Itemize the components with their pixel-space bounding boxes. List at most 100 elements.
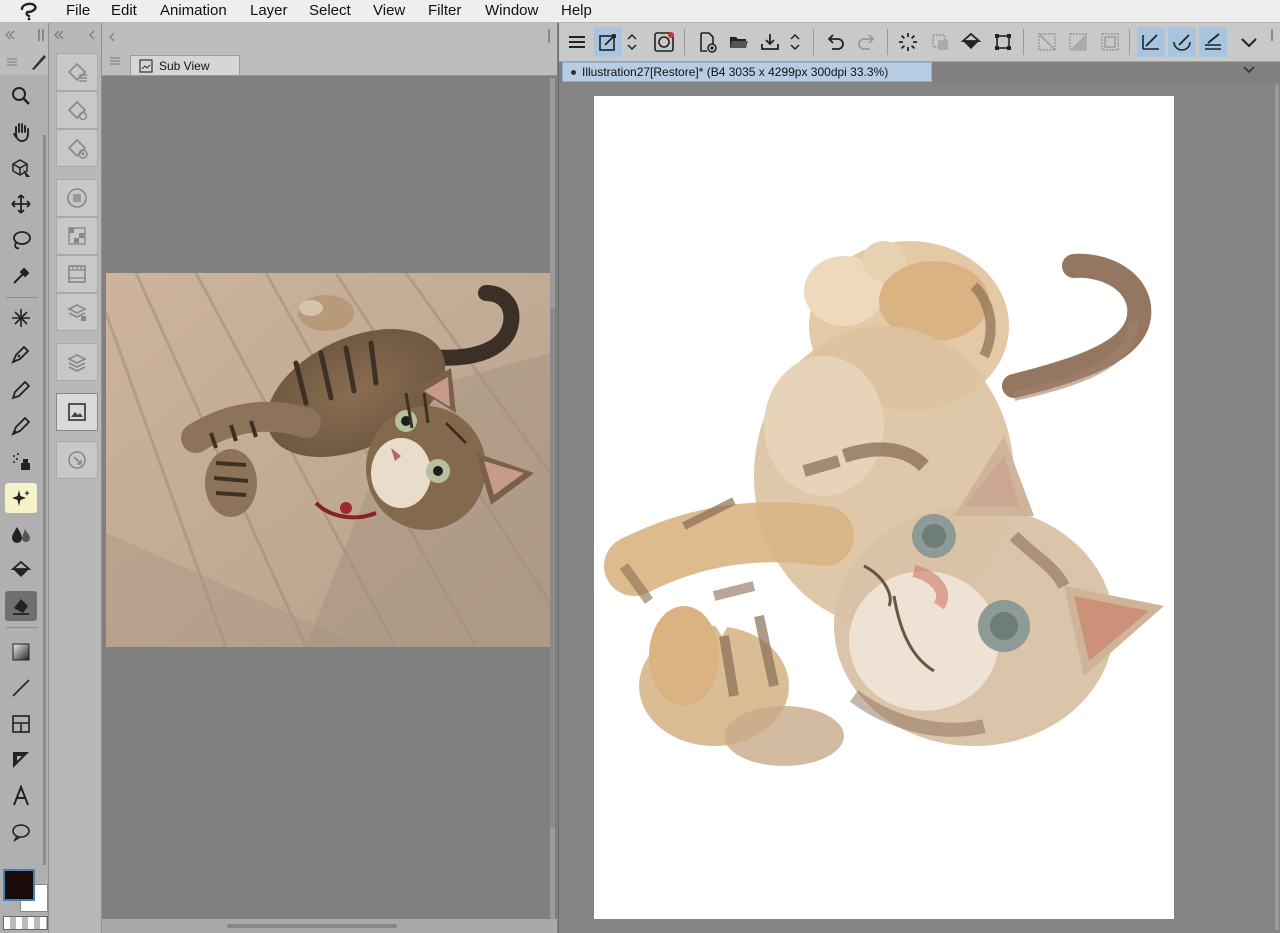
panel-grip[interactable] [548,29,550,43]
command-bar-more-button[interactable] [1235,27,1263,57]
canvas-area[interactable] [559,83,1280,933]
invert-selection-button[interactable] [1064,27,1092,57]
zoom-tool[interactable] [5,81,37,111]
brush-size-button[interactable] [56,129,98,167]
menu-help[interactable]: Help [561,2,592,19]
hand-tool[interactable] [5,117,37,147]
cat-painting[interactable] [594,96,1174,919]
eyedropper-tool[interactable] [5,261,37,291]
timeline-icon [68,265,86,283]
menu-animation[interactable]: Animation [160,2,227,19]
canvas-tab[interactable]: Illustration27[Restore]* (B4 3035 x 4299… [562,62,932,82]
fill-tool[interactable] [5,555,37,585]
collapse-left-icon[interactable] [4,29,16,41]
command-bar [559,23,1280,62]
reference-photo[interactable] [106,273,550,647]
menu-lines-icon[interactable] [109,56,121,66]
expand-selection-button[interactable] [1096,27,1124,57]
command-menu-button[interactable] [563,27,591,57]
canvas-tab-label: Illustration27[Restore]* (B4 3035 x 4299… [582,65,889,79]
eyedropper-icon [13,267,30,284]
save-button[interactable] [756,27,784,57]
panel-grip-2[interactable] [42,29,44,41]
color-set-button[interactable] [56,217,98,255]
sub-tool-detail-button[interactable] [56,91,98,129]
airbrush-tool[interactable] [5,447,37,477]
undo-button[interactable] [821,27,849,57]
menu-edit[interactable]: Edit [111,2,137,19]
frame-tool[interactable] [5,709,37,739]
chevron-down-icon[interactable] [1241,63,1257,77]
sub-view-horizontal-scrollbar[interactable] [102,919,557,933]
auto-select-icon [12,309,30,327]
fill-button[interactable] [957,27,985,57]
line-tool[interactable] [5,673,37,703]
sub-view-button[interactable] [56,393,98,431]
new-file-icon [700,32,717,53]
open-file-button[interactable] [725,27,753,57]
app-logo-icon [20,2,37,21]
canvas-paper[interactable] [594,96,1174,919]
quick-access-toggle[interactable] [623,27,641,57]
save-options-toggle[interactable] [786,27,804,57]
sub-view-vertical-scrollbar[interactable] [550,78,555,928]
hamburger-icon [569,36,585,48]
menu-view[interactable]: View [373,2,405,19]
navigator-button[interactable] [56,441,98,479]
clear-button[interactable] [926,27,954,57]
menu-lines-icon[interactable] [6,57,18,67]
menu-layer[interactable]: Layer [250,2,288,19]
canvas-vertical-scrollbar[interactable] [1275,85,1279,930]
menu-select[interactable]: Select [309,2,351,19]
quick-access-button[interactable] [594,27,622,57]
chevron-up-down-icon [790,33,800,51]
brush-tool[interactable] [5,411,37,441]
gradient-tool[interactable] [5,637,37,667]
snap-special-ruler-button[interactable] [1168,27,1196,57]
text-tool[interactable] [5,781,37,811]
collapse-single-icon[interactable] [107,31,117,43]
pencil-tool[interactable] [5,375,37,405]
ruler-tool[interactable] [5,745,37,775]
menu-file[interactable]: File [66,2,90,19]
sub-view-tab[interactable]: Sub View [130,55,240,75]
new-file-button[interactable] [693,27,721,57]
pen-tool[interactable] [5,339,37,369]
sub-view-icon [68,403,86,421]
sub-view-horizontal-scroll-thumb[interactable] [227,924,397,928]
panel-grip[interactable] [38,29,40,41]
panel-grip[interactable] [1271,29,1273,41]
balloon-tool[interactable] [5,817,37,847]
timeline-button[interactable] [56,255,98,293]
layer-button[interactable] [56,343,98,381]
balloon-icon [12,824,30,843]
loading-button[interactable] [894,27,922,57]
lasso-tool[interactable] [5,225,37,255]
object-tool[interactable] [5,153,37,183]
tool-bar-scrollbar[interactable] [43,135,46,865]
menu-filter[interactable]: Filter [428,2,461,19]
redo-button[interactable] [853,27,881,57]
layer-property-icon [67,62,87,82]
eraser-tool[interactable] [5,591,37,621]
move-tool[interactable] [5,189,37,219]
clip-studio-button[interactable] [650,27,678,57]
blend-tool[interactable] [5,519,37,549]
color-wheel-button[interactable] [56,179,98,217]
snap-grid-button[interactable] [1199,27,1227,57]
material-button[interactable] [56,293,98,331]
save-icon [761,34,779,50]
airbrush-icon [13,453,30,470]
transparent-color-swatch[interactable] [3,916,48,930]
collapse-left-icon[interactable] [53,29,65,41]
auto-select-tool[interactable] [5,303,37,333]
sub-view-vertical-scroll-thumb[interactable] [550,308,555,828]
collapse-single-icon[interactable] [87,29,97,41]
transform-button[interactable] [989,27,1017,57]
main-color-swatch[interactable] [3,869,35,901]
menu-window[interactable]: Window [485,2,538,19]
layer-property-button[interactable] [56,53,98,91]
snap-ruler-button[interactable] [1137,27,1165,57]
deselect-button[interactable] [1033,27,1061,57]
decoration-tool[interactable] [5,483,37,513]
